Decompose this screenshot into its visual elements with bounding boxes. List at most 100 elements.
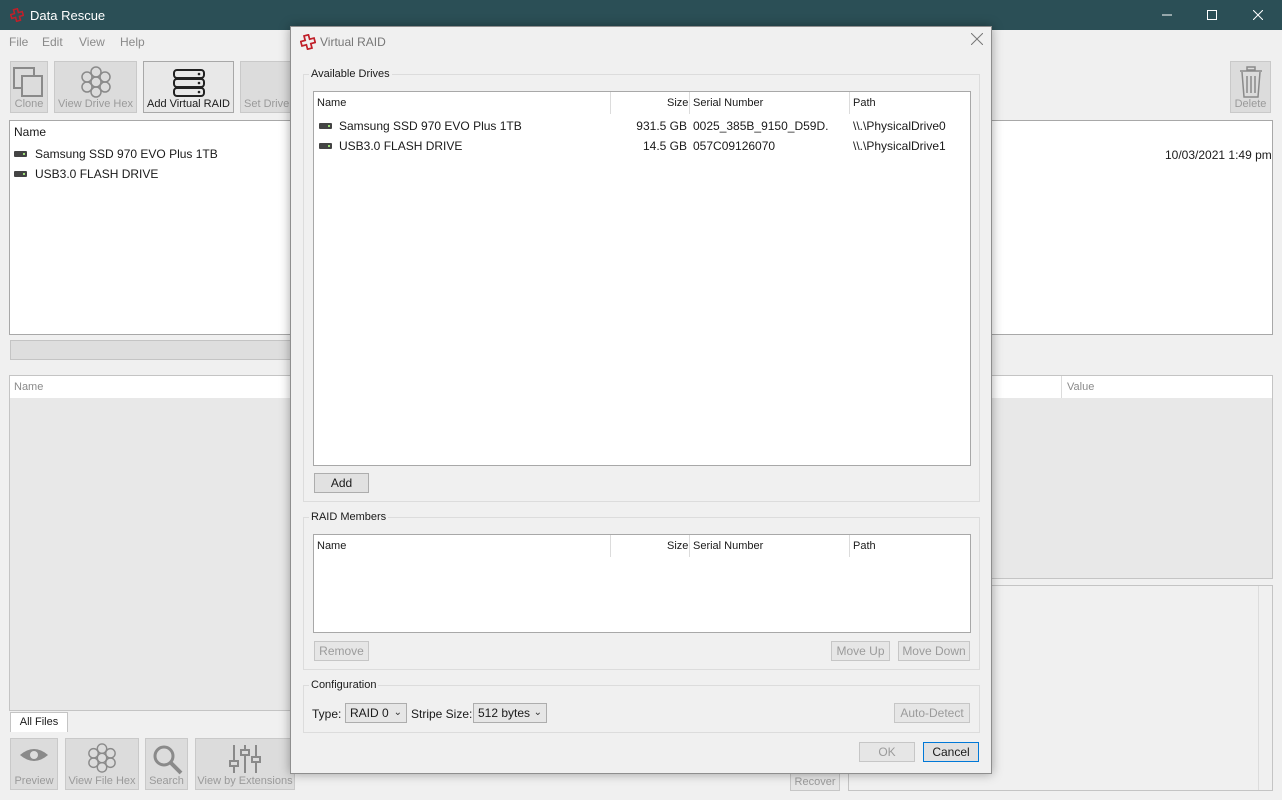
- chevron-down-icon: ⌄: [393, 707, 402, 718]
- drive-icon: [319, 143, 332, 149]
- row-name: USB3.0 FLASH DRIVE: [339, 139, 463, 153]
- move-down-button[interactable]: Move Down: [898, 641, 970, 661]
- close-icon: [1253, 10, 1263, 20]
- properties-header: Value: [991, 376, 1272, 398]
- column-divider: [610, 535, 611, 557]
- column-divider: [849, 92, 850, 114]
- minimize-icon: [1162, 14, 1172, 16]
- row-path: \\.\PhysicalDrive1: [853, 139, 946, 153]
- table-row[interactable]: Samsung SSD 970 EVO Plus 1TB 931.5 GB 00…: [314, 116, 970, 136]
- menu-view[interactable]: View: [79, 35, 105, 49]
- view-by-extensions-button[interactable]: View by Extensions: [195, 738, 295, 790]
- delete-button[interactable]: Delete: [1230, 61, 1271, 113]
- table-row[interactable]: USB3.0 FLASH DRIVE 14.5 GB 057C09126070 …: [314, 136, 970, 156]
- clone-icon: [13, 67, 43, 97]
- view-file-hex-label: View File Hex: [68, 775, 136, 787]
- column-header-size[interactable]: Size: [667, 92, 688, 114]
- column-header-serial[interactable]: Serial Number: [693, 92, 763, 114]
- drive-name: USB3.0 FLASH DRIVE: [35, 167, 159, 181]
- chevron-down-icon: ⌄: [533, 707, 542, 718]
- column-divider: [610, 92, 611, 114]
- preview-button[interactable]: Preview: [10, 738, 58, 790]
- close-icon: [970, 32, 984, 46]
- remove-button[interactable]: Remove: [314, 641, 369, 661]
- trash-icon: [1239, 66, 1262, 98]
- delete-label: Delete: [1234, 98, 1267, 110]
- close-window-button[interactable]: [1235, 0, 1281, 30]
- raid-type-value: RAID 0: [350, 706, 389, 720]
- cancel-button[interactable]: Cancel: [923, 742, 979, 762]
- raid-stack-icon: [172, 69, 205, 97]
- stripe-size-label: Stripe Size:: [411, 707, 473, 721]
- app-title: Data Rescue: [30, 8, 106, 23]
- column-divider: [1061, 376, 1062, 398]
- row-path: \\.\PhysicalDrive0: [853, 119, 946, 133]
- maximize-button[interactable]: [1189, 0, 1235, 30]
- raid-type-select[interactable]: RAID 0 ⌄: [345, 703, 407, 723]
- ok-button[interactable]: OK: [859, 742, 915, 762]
- data-rescue-logo-icon: [300, 34, 316, 50]
- files-name-header: Name: [14, 381, 44, 393]
- properties-panel: Value: [990, 375, 1273, 579]
- row-size: 931.5 GB: [636, 119, 687, 133]
- sliders-icon: [229, 745, 261, 773]
- drive-icon: [14, 151, 27, 157]
- stripe-size-value: 512 bytes: [478, 706, 531, 720]
- view-drive-hex-label: View Drive Hex: [58, 98, 133, 110]
- search-icon: [153, 745, 182, 775]
- menu-edit[interactable]: Edit: [42, 35, 63, 49]
- row-name: Samsung SSD 970 EVO Plus 1TB: [339, 119, 522, 133]
- auto-detect-button[interactable]: Auto-Detect: [894, 703, 970, 723]
- raid-members-table: Name Size Serial Number Path: [313, 534, 971, 633]
- eye-icon: [20, 749, 48, 761]
- preview-scrollbar[interactable]: [1258, 586, 1272, 790]
- configuration-label: Configuration: [309, 679, 379, 691]
- column-divider: [689, 535, 690, 557]
- search-button[interactable]: Search: [145, 738, 188, 790]
- add-virtual-raid-button[interactable]: Add Virtual RAID: [143, 61, 234, 113]
- type-label: Type:: [312, 707, 342, 721]
- menu-file[interactable]: File: [9, 35, 28, 49]
- move-up-button[interactable]: Move Up: [831, 641, 890, 661]
- available-drives-label: Available Drives: [309, 68, 392, 80]
- drive-icon: [319, 123, 332, 129]
- hex-icon: [80, 66, 111, 98]
- clone-button[interactable]: Clone: [10, 61, 48, 113]
- set-drive-button[interactable]: Set Drive: [240, 61, 292, 113]
- column-header-path[interactable]: Path: [853, 535, 876, 557]
- drive-date: 10/03/2021 1:49 pm: [1165, 148, 1272, 162]
- progress-bar: [10, 340, 300, 360]
- column-header-name[interactable]: Name: [317, 535, 346, 557]
- view-by-extensions-label: View by Extensions: [197, 775, 293, 787]
- add-button[interactable]: Add: [314, 473, 369, 493]
- column-header-size[interactable]: Size: [667, 535, 688, 557]
- column-header-path[interactable]: Path: [853, 92, 876, 114]
- value-header: Value: [1067, 381, 1095, 393]
- tab-all-files[interactable]: All Files: [10, 712, 68, 732]
- drive-list-item[interactable]: Samsung SSD 970 EVO Plus 1TB: [14, 147, 218, 161]
- recover-button[interactable]: Recover: [790, 772, 840, 791]
- row-serial: 0025_385B_9150_D59D.: [693, 119, 829, 133]
- column-header-serial[interactable]: Serial Number: [693, 535, 763, 557]
- preview-label: Preview: [14, 775, 54, 787]
- maximize-icon: [1207, 10, 1217, 20]
- view-file-hex-button[interactable]: View File Hex: [65, 738, 139, 790]
- search-label: Search: [149, 775, 184, 787]
- dialog-close-button[interactable]: [967, 31, 987, 51]
- dialog-title: Virtual RAID: [320, 35, 386, 49]
- view-drive-hex-button[interactable]: View Drive Hex: [54, 61, 137, 113]
- drive-name: Samsung SSD 970 EVO Plus 1TB: [35, 147, 218, 161]
- minimize-button[interactable]: [1144, 0, 1190, 30]
- drive-icon: [14, 171, 27, 177]
- row-size: 14.5 GB: [642, 139, 687, 153]
- stripe-size-select[interactable]: 512 bytes ⌄: [473, 703, 547, 723]
- column-header-name[interactable]: Name: [317, 92, 346, 114]
- drive-list-item[interactable]: USB3.0 FLASH DRIVE: [14, 167, 158, 181]
- data-rescue-logo-icon: [10, 8, 24, 22]
- menu-help[interactable]: Help: [120, 35, 145, 49]
- drives-name-header: Name: [14, 125, 47, 139]
- files-panel: Name: [9, 375, 299, 711]
- column-divider: [849, 535, 850, 557]
- column-divider: [689, 92, 690, 114]
- files-header: Name: [10, 376, 298, 398]
